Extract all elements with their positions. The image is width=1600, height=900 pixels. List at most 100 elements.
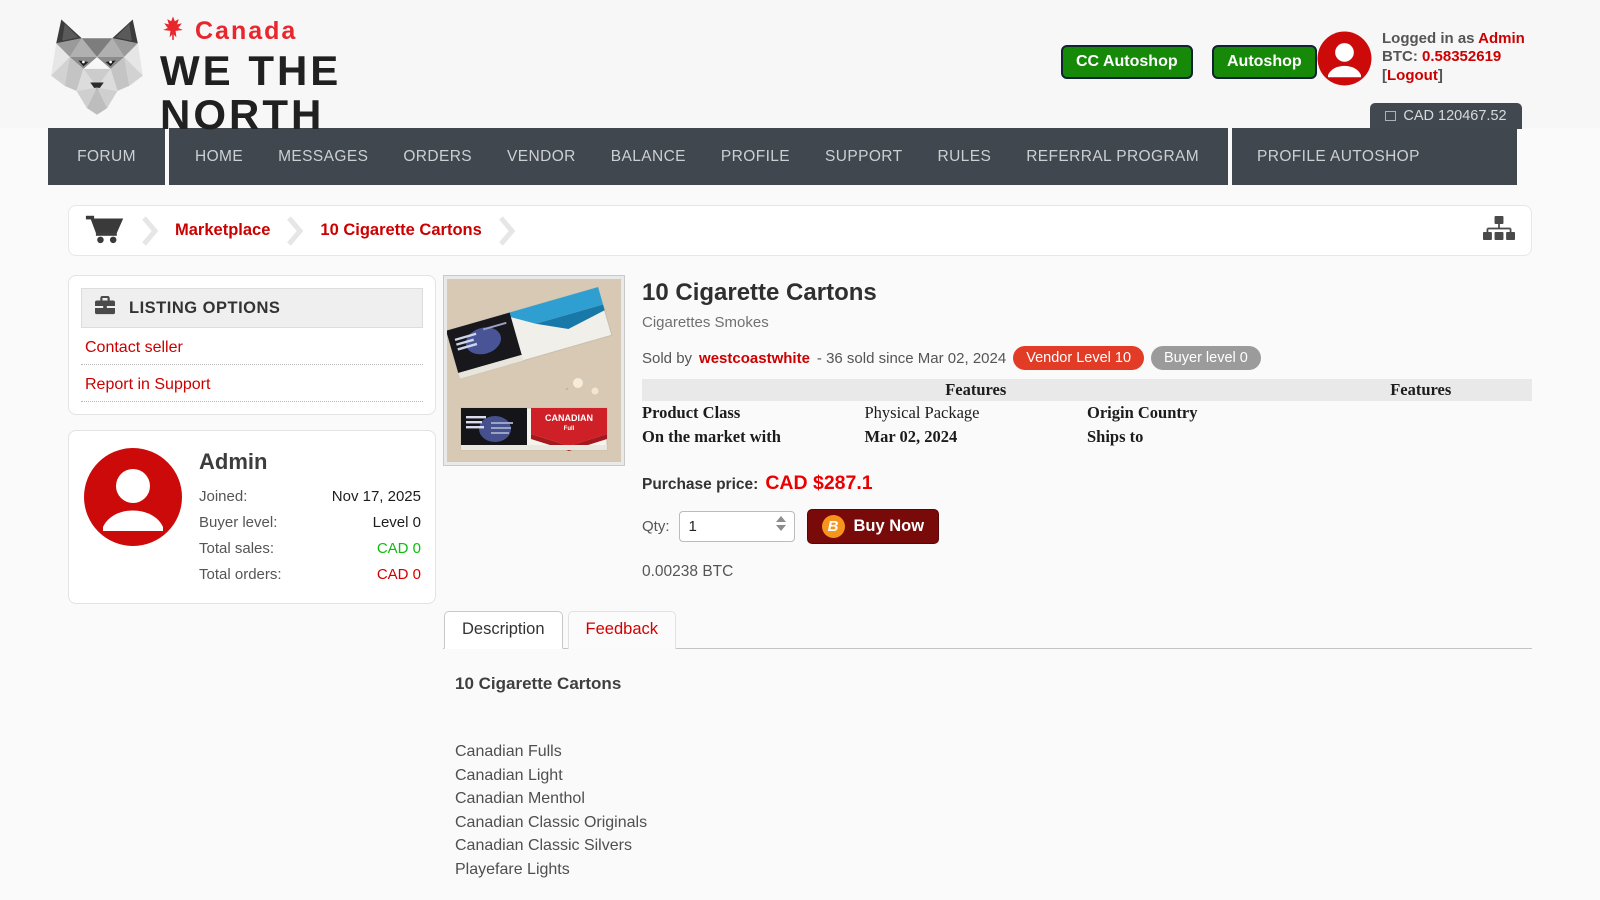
nav-item-profile-autoshop[interactable]: PROFILE AUTOSHOP xyxy=(1257,148,1420,166)
features-header-spacer xyxy=(1087,379,1310,401)
feature-label: Ships to xyxy=(1087,425,1310,449)
joined-value: Nov 17, 2025 xyxy=(332,488,421,505)
description-line: Playefare Lights xyxy=(455,858,1532,882)
buyer-level-badge: Buyer level 0 xyxy=(1151,346,1261,370)
product-title: 10 Cigarette Cartons xyxy=(642,279,1532,307)
feature-label: Origin Country xyxy=(1087,401,1310,425)
nav-item-support[interactable]: SUPPORT xyxy=(825,148,902,166)
buy-now-label: Buy Now xyxy=(854,517,925,536)
main-panel: CANADIAN Full 10 Cigarette Cartons Cigar… xyxy=(443,275,1532,881)
logout-link[interactable]: Logout xyxy=(1387,67,1438,84)
logo-country: Canada xyxy=(195,17,297,46)
logo-line2: NORTH xyxy=(160,96,341,135)
description-heading: 10 Cigarette Cartons xyxy=(455,674,1532,694)
description-line: Canadian Classic Silvers xyxy=(455,834,1532,858)
breadcrumb-current-listing[interactable]: 10 Cigarette Cartons xyxy=(320,221,481,240)
nav-item-forum[interactable]: FORUM xyxy=(77,148,136,166)
nav-item-home[interactable]: HOME xyxy=(195,148,243,166)
nav-block-autoshop: PROFILE AUTOSHOP xyxy=(1232,128,1517,185)
spinner-down-icon[interactable] xyxy=(776,525,786,531)
description-line: Canadian Classic Originals xyxy=(455,811,1532,835)
buyer-level-row: Buyer level: Level 0 xyxy=(199,509,421,535)
header: Canada WE THE NORTH CC Autoshop Autoshop… xyxy=(0,0,1600,128)
bitcoin-icon: B xyxy=(822,515,845,538)
wolf-logo-icon[interactable] xyxy=(46,12,148,124)
nav-item-messages[interactable]: MESSAGES xyxy=(278,148,368,166)
total-orders-value: CAD 0 xyxy=(377,566,421,583)
listing-options-title: LISTING OPTIONS xyxy=(129,299,280,318)
autoshop-button[interactable]: Autoshop xyxy=(1212,45,1317,79)
joined-label: Joined: xyxy=(199,488,247,505)
tab-feedback[interactable]: Feedback xyxy=(568,611,676,649)
wallet-icon xyxy=(1385,111,1396,121)
total-sales-value: CAD 0 xyxy=(377,540,421,557)
tab-description[interactable]: Description xyxy=(444,611,563,649)
features-header: Features xyxy=(1310,379,1533,401)
sold-by-line: Sold by westcoastwhite - 36 sold since M… xyxy=(642,346,1532,370)
total-sales-row: Total sales: CAD 0 xyxy=(199,535,421,561)
nav-item-vendor[interactable]: VENDOR xyxy=(507,148,576,166)
features-table: Features Features Product Class Physical… xyxy=(642,379,1532,449)
nav-item-rules[interactable]: RULES xyxy=(938,148,992,166)
logged-in-label: Logged in as xyxy=(1382,30,1475,47)
username-link[interactable]: Admin xyxy=(1478,30,1525,47)
listing-options-panel: LISTING OPTIONS Contact seller Report in… xyxy=(68,275,436,415)
seller-avatar xyxy=(83,447,183,547)
feature-value xyxy=(1310,401,1533,425)
cad-balance: CAD 120467.52 xyxy=(1403,108,1506,124)
buyer-level-label: Buyer level: xyxy=(199,514,277,531)
sitemap-icon[interactable] xyxy=(1483,216,1515,246)
nav-item-orders[interactable]: ORDERS xyxy=(403,148,472,166)
breadcrumb-marketplace[interactable]: Marketplace xyxy=(175,221,270,240)
nav-block-forum: FORUM xyxy=(48,128,165,185)
description-line: Canadian Fulls xyxy=(455,740,1532,764)
site-logo[interactable]: Canada WE THE NORTH xyxy=(160,16,341,134)
buy-now-button[interactable]: B Buy Now xyxy=(807,509,940,544)
contact-seller-link[interactable]: Contact seller xyxy=(81,328,423,365)
chevron-right-icon xyxy=(287,216,303,246)
content: LISTING OPTIONS Contact seller Report in… xyxy=(68,275,1532,881)
features-header: Features xyxy=(865,379,1088,401)
tab-bar: Description Feedback xyxy=(443,611,1532,649)
description-line: Canadian Light xyxy=(455,764,1532,788)
btc-equivalent: 0.00238 BTC xyxy=(642,563,1532,581)
features-row: Product Class Physical Package Origin Co… xyxy=(642,401,1532,425)
user-info: Logged in as Admin BTC: 0.58352619 [Logo… xyxy=(1382,30,1525,85)
vendor-link[interactable]: westcoastwhite xyxy=(699,350,810,367)
user-avatar[interactable] xyxy=(1317,31,1372,86)
description-panel: 10 Cigarette Cartons Canadian Fulls Cana… xyxy=(443,649,1532,881)
nav-item-balance[interactable]: BALANCE xyxy=(611,148,686,166)
feature-value: Physical Package xyxy=(865,401,1088,425)
nav-item-referral-program[interactable]: REFERRAL PROGRAM xyxy=(1026,148,1199,166)
sold-info: - 36 sold since Mar 02, 2024 xyxy=(817,350,1006,367)
seller-joined-row: Joined: Nov 17, 2025 xyxy=(199,483,421,509)
sidebar: LISTING OPTIONS Contact seller Report in… xyxy=(68,275,436,881)
logo-line1: WE THE xyxy=(160,52,341,91)
vendor-level-badge: Vendor Level 10 xyxy=(1013,346,1144,370)
report-in-support-link[interactable]: Report in Support xyxy=(81,365,423,402)
total-orders-label: Total orders: xyxy=(199,566,282,583)
quantity-row: Qty: B Buy Now xyxy=(642,509,1532,544)
sold-by-label: Sold by xyxy=(642,350,692,367)
chevron-right-icon xyxy=(142,216,158,246)
listing-options-header: LISTING OPTIONS xyxy=(81,288,423,328)
total-sales-label: Total sales: xyxy=(199,540,274,557)
nav-item-profile[interactable]: PROFILE xyxy=(721,148,790,166)
product-category: Cigarettes Smokes xyxy=(642,314,1532,331)
qty-spinner[interactable] xyxy=(776,516,786,531)
purchase-price-value: CAD $287.1 xyxy=(765,472,872,495)
feature-label: Product Class xyxy=(642,401,865,425)
nav-block-main: HOME MESSAGES ORDERS VENDOR BALANCE PROF… xyxy=(169,128,1228,185)
chevron-right-icon xyxy=(499,216,515,246)
purchase-price-line: Purchase price: CAD $287.1 xyxy=(642,472,1532,495)
cad-balance-tab[interactable]: CAD 120467.52 xyxy=(1370,103,1522,129)
total-orders-row: Total orders: CAD 0 xyxy=(199,561,421,587)
product-photo[interactable]: CANADIAN Full xyxy=(443,275,625,466)
feature-label: On the market with xyxy=(642,425,865,449)
cc-autoshop-button[interactable]: CC Autoshop xyxy=(1061,45,1193,79)
bracket: ] xyxy=(1438,67,1443,84)
maple-leaf-icon xyxy=(160,16,186,47)
cart-icon[interactable] xyxy=(85,213,125,249)
spinner-up-icon[interactable] xyxy=(776,516,786,522)
buyer-level-value: Level 0 xyxy=(373,514,421,531)
